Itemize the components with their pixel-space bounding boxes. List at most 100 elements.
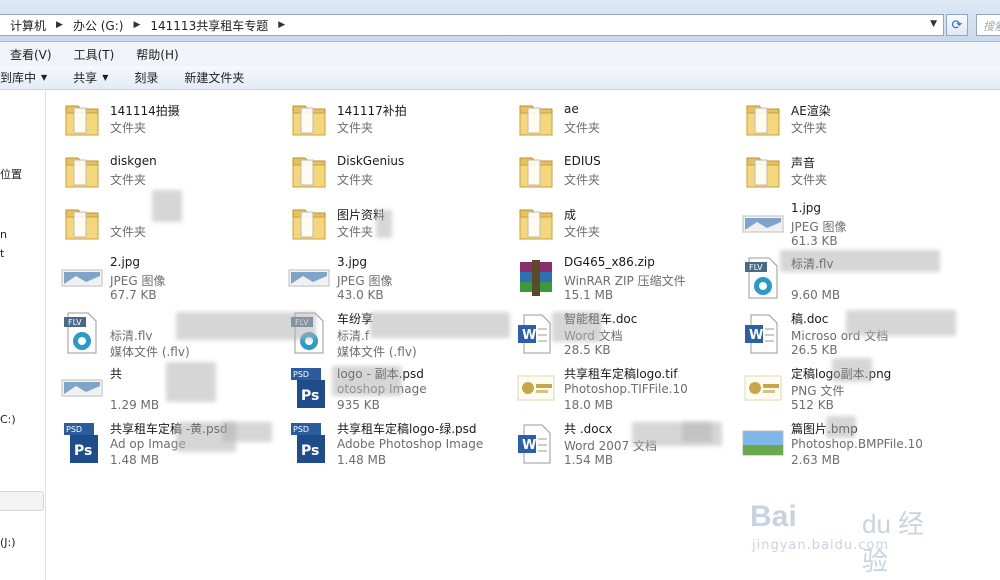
file-size: 1.48 MB [110, 453, 160, 467]
file-type: 文件夹 [564, 225, 601, 239]
file-size: 935 KB [337, 398, 380, 412]
file-size: 媒体文件 (.flv) [337, 345, 417, 359]
include-in-library-button[interactable]: 到库中 ▼ [0, 69, 47, 86]
navigation-pane[interactable]: 位置 n t C:) (J:) [0, 90, 46, 580]
folder-item[interactable]: 141114拍摄 文件夹 [46, 92, 272, 146]
folder-item[interactable]: 141117补拍 文件夹 [273, 92, 499, 146]
doc-icon: W [741, 311, 785, 355]
redaction-blur [376, 210, 392, 238]
file-size: 1.48 MB [337, 453, 387, 467]
redaction-blur [552, 312, 602, 342]
burn-button[interactable]: 刻录 [134, 69, 158, 86]
file-type: 文件夹 [564, 121, 601, 135]
redaction-blur [846, 310, 956, 336]
psd-icon: PSD Ps [287, 421, 331, 465]
chevron-down-icon[interactable]: ▼ [930, 19, 937, 29]
folder-icon [287, 202, 331, 246]
chevron-down-icon: ▼ [41, 73, 48, 82]
file-name: diskgen [110, 154, 157, 168]
search-input[interactable]: 搜索 [976, 14, 1000, 36]
nav-item-1[interactable]: n [0, 228, 7, 241]
jpg-icon [287, 256, 331, 300]
folder-item[interactable]: 成文件夹 [500, 196, 726, 250]
file-name: DiskGenius [337, 154, 405, 168]
file-name: 3.jpg [337, 255, 368, 269]
folder-icon [514, 202, 558, 246]
redaction-blur [832, 358, 872, 382]
new-folder-button[interactable]: 新建文件夹 [184, 69, 244, 86]
file-item[interactable]: 1.jpg JPEG 图像 61.3 KB [727, 196, 953, 250]
file-name: 稿.doc [791, 312, 829, 326]
redaction-blur [332, 366, 402, 396]
file-type: Photoshop.TIFFile.10 [564, 382, 688, 396]
file-size: 61.3 KB [791, 234, 838, 248]
breadcrumb[interactable]: 计算机 ▶ 办公 (G:) ▶ 141113共享租车专题 ▶ ▼ [0, 14, 944, 36]
nav-item-drive-c[interactable]: C:) [0, 413, 16, 426]
file-type: 文件夹 [110, 121, 147, 135]
nav-item-2[interactable]: t [0, 247, 4, 260]
file-type: 标清.flv [110, 329, 153, 343]
chevron-right-icon[interactable]: ▶ [127, 20, 146, 30]
docx-icon: W [514, 421, 558, 465]
file-name: 成 [564, 208, 577, 222]
file-size: 1.29 MB [110, 398, 160, 412]
folder-item[interactable]: ae 文件夹 [500, 92, 726, 146]
file-item[interactable]: PSD Ps 共享租车定稿logo-绿.psd Adobe Photoshop Ima… [273, 415, 499, 469]
breadcrumb-item-folder[interactable]: 141113共享租车专题 [146, 17, 272, 34]
folder-item[interactable]: EDIUS 文件夹 [500, 144, 726, 198]
file-item[interactable]: 共享租车定稿logo.tif Photoshop.TIFFile.10 18.0 M… [500, 360, 726, 414]
svg-text:PSD: PSD [293, 370, 309, 379]
file-name: 共 [110, 367, 123, 381]
file-type: 文件夹 [564, 173, 601, 187]
svg-text:Ps: Ps [74, 443, 92, 459]
tif-icon [514, 366, 558, 410]
file-item[interactable]: W智能租车.docWord 文档28.5 KB [500, 305, 726, 359]
file-name: 共享租车定稿logo.tif [564, 367, 678, 381]
file-size: 28.5 KB [564, 343, 611, 357]
jpg-icon [60, 256, 104, 300]
refresh-icon: ⟳ [951, 17, 963, 33]
winrar-icon [514, 256, 558, 300]
address-bar: 计算机 ▶ 办公 (G:) ▶ 141113共享租车专题 ▶ ▼ ⟳ 搜索 [0, 0, 1000, 42]
folder-icon [287, 98, 331, 142]
chevron-right-icon[interactable]: ▶ [50, 20, 69, 30]
folder-item[interactable]: DiskGenius 文件夹 [273, 144, 499, 198]
file-size: 67.7 KB [110, 288, 157, 302]
redaction-blur [682, 422, 712, 442]
file-size: 43.0 KB [337, 288, 384, 302]
folder-icon [287, 150, 331, 194]
svg-text:PSD: PSD [293, 425, 309, 434]
share-button[interactable]: 共享 ▼ [73, 69, 108, 86]
folder-item[interactable]: 声音 文件夹 [727, 144, 953, 198]
bmp-icon [741, 421, 785, 465]
breadcrumb-item-drive[interactable]: 办公 (G:) [69, 17, 128, 34]
file-size: 26.5 KB [791, 343, 838, 357]
refresh-button[interactable]: ⟳ [946, 14, 968, 36]
redaction-blur [176, 312, 316, 340]
file-item[interactable]: 共 1.29 MB [46, 360, 272, 414]
nav-item-drive-j[interactable]: (J:) [0, 536, 16, 549]
folder-icon [60, 98, 104, 142]
file-name: 共 .docx [564, 422, 613, 436]
file-item[interactable]: 3.jpg JPEG 图像 43.0 KB [273, 250, 499, 304]
folder-item[interactable]: AE渲染 文件夹 [727, 92, 953, 146]
svg-text:W: W [522, 438, 536, 453]
file-item[interactable]: DG465_x86.zip WinRAR ZIP 压缩文件 15.1 MB [500, 250, 726, 304]
svg-text:FLV: FLV [749, 263, 763, 272]
svg-text:FLV: FLV [68, 318, 82, 327]
file-size: 15.1 MB [564, 288, 614, 302]
file-size: 媒体文件 (.flv) [110, 345, 190, 359]
menu-tools[interactable]: 工具(T) [74, 46, 115, 63]
include-in-library-label: 到库中 [0, 71, 37, 85]
nav-item-selected[interactable] [0, 491, 44, 511]
chevron-right-icon[interactable]: ▶ [272, 20, 291, 30]
menu-help[interactable]: 帮助(H) [136, 46, 178, 63]
file-name: 1.jpg [791, 201, 822, 215]
nav-item-location[interactable]: 位置 [0, 166, 22, 182]
file-item[interactable]: 2.jpg JPEG 图像 67.7 KB [46, 250, 272, 304]
menu-view[interactable]: 查看(V) [10, 46, 52, 63]
folder-icon [514, 98, 558, 142]
breadcrumb-item-computer[interactable]: 计算机 [6, 17, 50, 34]
file-size: 18.0 MB [564, 398, 614, 412]
file-type: 文件夹 [337, 121, 374, 135]
